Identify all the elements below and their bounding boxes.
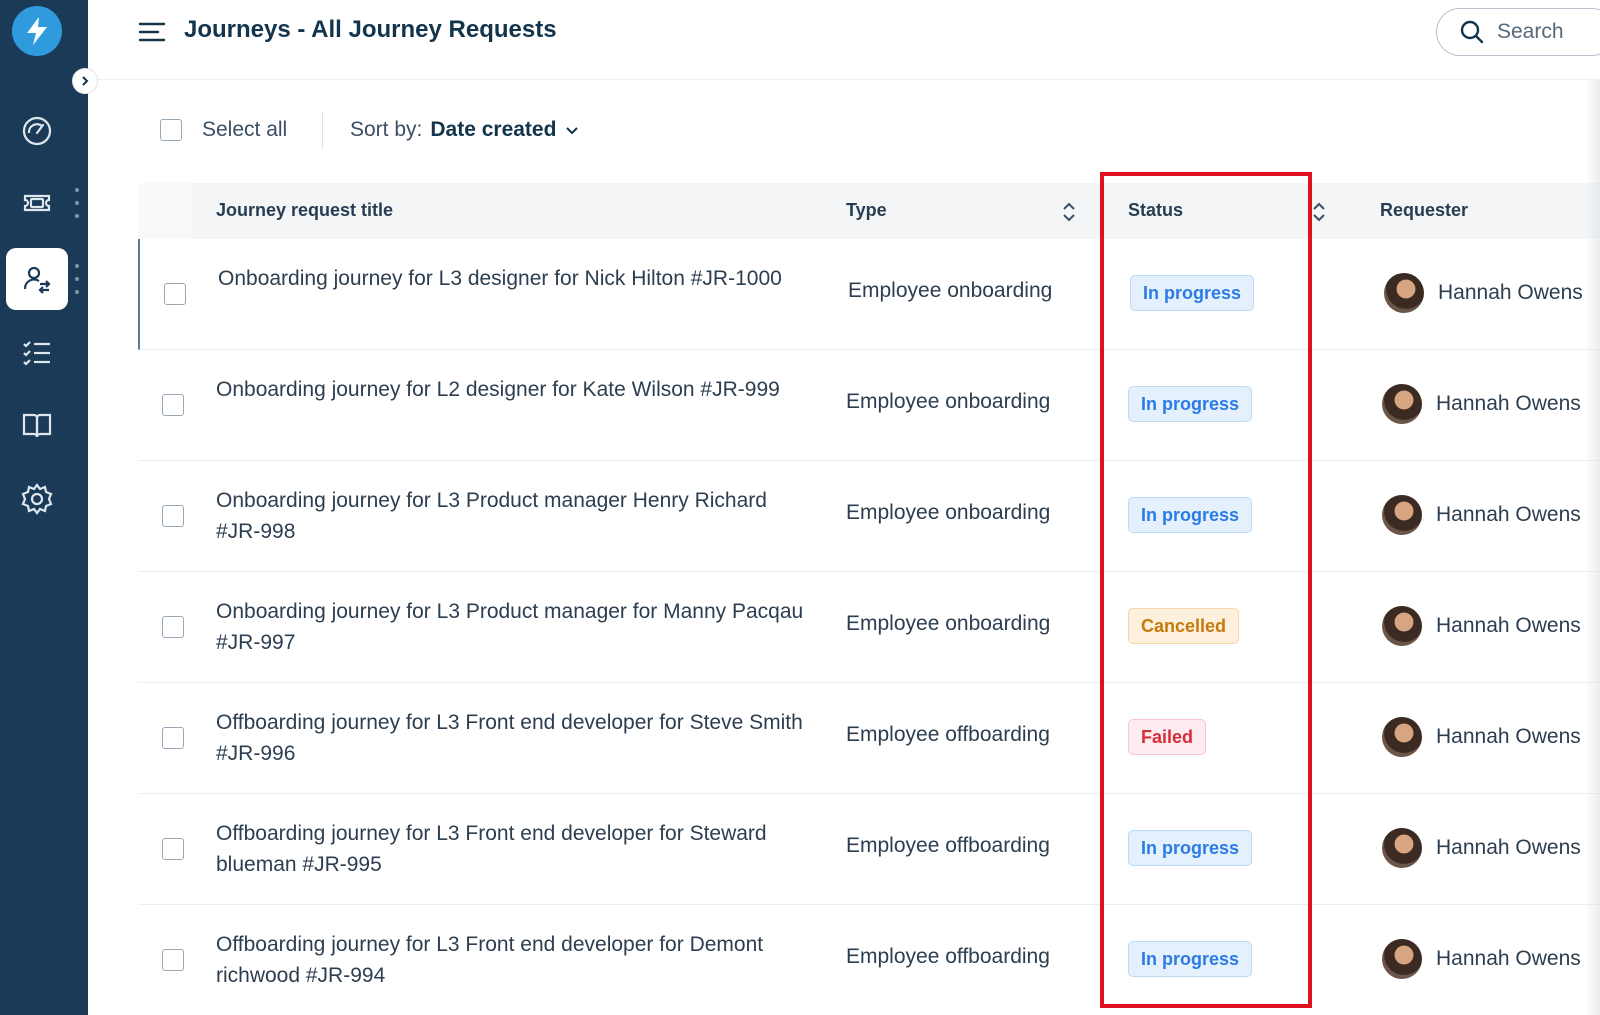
journey-request-title[interactable]: Onboarding journey for L3 Product manage… [216, 596, 816, 658]
scroll-edge-shadow [1586, 80, 1600, 1015]
sidebar-item-journeys[interactable] [6, 248, 68, 310]
requester-name: Hannah Owens [1438, 281, 1583, 304]
status-badge: In progress [1130, 275, 1255, 311]
avatar [1382, 828, 1422, 868]
table-row[interactable]: Offboarding journey for L3 Front end dev… [138, 905, 1600, 1015]
avatar [1384, 273, 1424, 313]
sidebar [0, 0, 88, 1015]
journey-request-title[interactable]: Offboarding journey for L3 Front end dev… [216, 929, 816, 991]
table-row[interactable]: Offboarding journey for L3 Front end dev… [138, 794, 1600, 905]
requester-name: Hannah Owens [1436, 725, 1581, 748]
row-checkbox[interactable] [162, 394, 184, 416]
table-header: Journey request title Type Status Reques… [138, 183, 1600, 239]
sort-dropdown[interactable]: Sort by: Date created [350, 118, 580, 142]
requester-name: Hannah Owens [1436, 392, 1581, 415]
sidebar-item-tickets-more[interactable] [74, 188, 80, 218]
sidebar-item-settings[interactable] [6, 468, 68, 530]
lightning-bolt-icon [27, 17, 47, 45]
page-title: Journeys - All Journey Requests [184, 16, 557, 43]
avatar [1382, 717, 1422, 757]
sort-status-icon[interactable] [1310, 199, 1328, 225]
search-icon [1460, 20, 1484, 44]
row-checkbox[interactable] [162, 727, 184, 749]
menu-icon[interactable] [138, 20, 166, 44]
journey-type: Employee offboarding [846, 723, 1050, 746]
chevron-right-icon [82, 76, 89, 86]
avatar [1382, 606, 1422, 646]
journeys-user-swap-icon [23, 266, 51, 294]
status-badge: In progress [1128, 830, 1253, 866]
table-row[interactable]: Offboarding journey for L3 Front end dev… [138, 683, 1600, 794]
row-checkbox[interactable] [162, 616, 184, 638]
sidebar-item-journeys-more[interactable] [74, 264, 80, 294]
chevron-down-icon [566, 127, 579, 135]
journey-type: Employee offboarding [846, 834, 1050, 857]
row-checkbox[interactable] [162, 505, 184, 527]
table-row[interactable]: Onboarding journey for L3 Product manage… [138, 572, 1600, 683]
status-badge: In progress [1128, 497, 1253, 533]
table-header-select-cell [138, 183, 192, 239]
journey-request-title[interactable]: Offboarding journey for L3 Front end dev… [216, 707, 816, 769]
status-badge: In progress [1128, 386, 1253, 422]
page-header: Journeys - All Journey Requests Search [88, 0, 1600, 80]
requester[interactable]: Hannah Owens [1382, 495, 1581, 535]
checklist-icon [23, 341, 50, 366]
select-all-checkbox[interactable] [160, 119, 182, 141]
requester-name: Hannah Owens [1436, 947, 1581, 970]
app-logo[interactable] [12, 6, 62, 56]
sidebar-item-tasks[interactable] [6, 322, 68, 384]
avatar [1382, 495, 1422, 535]
requester[interactable]: Hannah Owens [1382, 384, 1581, 424]
dashboard-gauge-icon [22, 116, 52, 146]
column-header-title[interactable]: Journey request title [216, 200, 393, 221]
book-icon [22, 413, 52, 438]
journey-type: Employee onboarding [846, 390, 1051, 413]
journey-type: Employee offboarding [846, 945, 1050, 968]
requester-name: Hannah Owens [1436, 503, 1581, 526]
requester[interactable]: Hannah Owens [1382, 717, 1581, 757]
status-badge: Cancelled [1128, 608, 1240, 644]
search-input[interactable]: Search [1436, 8, 1600, 56]
requester-name: Hannah Owens [1436, 614, 1581, 637]
sidebar-item-tickets[interactable] [6, 172, 68, 234]
ticket-icon [23, 194, 51, 212]
avatar [1382, 384, 1422, 424]
select-all-control[interactable]: Select all [160, 118, 287, 142]
journey-request-title[interactable]: Onboarding journey for L2 designer for K… [216, 374, 816, 405]
journey-type: Employee onboarding [846, 501, 1051, 524]
status-badge: In progress [1128, 941, 1253, 977]
journey-request-title[interactable]: Onboarding journey for L3 designer for N… [218, 263, 818, 294]
sidebar-item-dashboard[interactable] [6, 100, 68, 162]
sidebar-collapse-button[interactable] [72, 68, 98, 94]
sort-type-icon[interactable] [1060, 199, 1078, 225]
table-row[interactable]: Onboarding journey for L3 Product manage… [138, 461, 1600, 572]
journey-type: Employee onboarding [846, 612, 1051, 635]
table-row[interactable]: Onboarding journey for L2 designer for K… [138, 350, 1600, 461]
column-header-requester[interactable]: Requester [1380, 200, 1468, 221]
sort-prefix-label: Sort by: [350, 118, 423, 141]
journey-request-title[interactable]: Onboarding journey for L3 Product manage… [216, 485, 816, 547]
status-badge: Failed [1128, 719, 1207, 755]
column-header-type[interactable]: Type [846, 200, 887, 221]
journey-type: Employee onboarding [848, 279, 1053, 302]
toolbar-divider [322, 112, 323, 150]
requester[interactable]: Hannah Owens [1382, 939, 1581, 979]
requester-name: Hannah Owens [1436, 836, 1581, 859]
row-checkbox[interactable] [162, 949, 184, 971]
row-checkbox[interactable] [162, 838, 184, 860]
select-all-label: Select all [202, 118, 288, 141]
column-header-status[interactable]: Status [1128, 200, 1183, 221]
search-placeholder: Search [1497, 20, 1564, 43]
requester[interactable]: Hannah Owens [1382, 828, 1581, 868]
journey-request-title[interactable]: Offboarding journey for L3 Front end dev… [216, 818, 816, 880]
requester[interactable]: Hannah Owens [1382, 606, 1581, 646]
requester[interactable]: Hannah Owens [1384, 273, 1583, 313]
settings-gear-icon [21, 483, 53, 515]
table-row[interactable]: Onboarding journey for L3 designer for N… [138, 239, 1600, 350]
sidebar-item-knowledge-base[interactable] [6, 394, 68, 456]
row-checkbox[interactable] [164, 283, 186, 305]
avatar [1382, 939, 1422, 979]
sort-value: Date created [430, 118, 557, 141]
